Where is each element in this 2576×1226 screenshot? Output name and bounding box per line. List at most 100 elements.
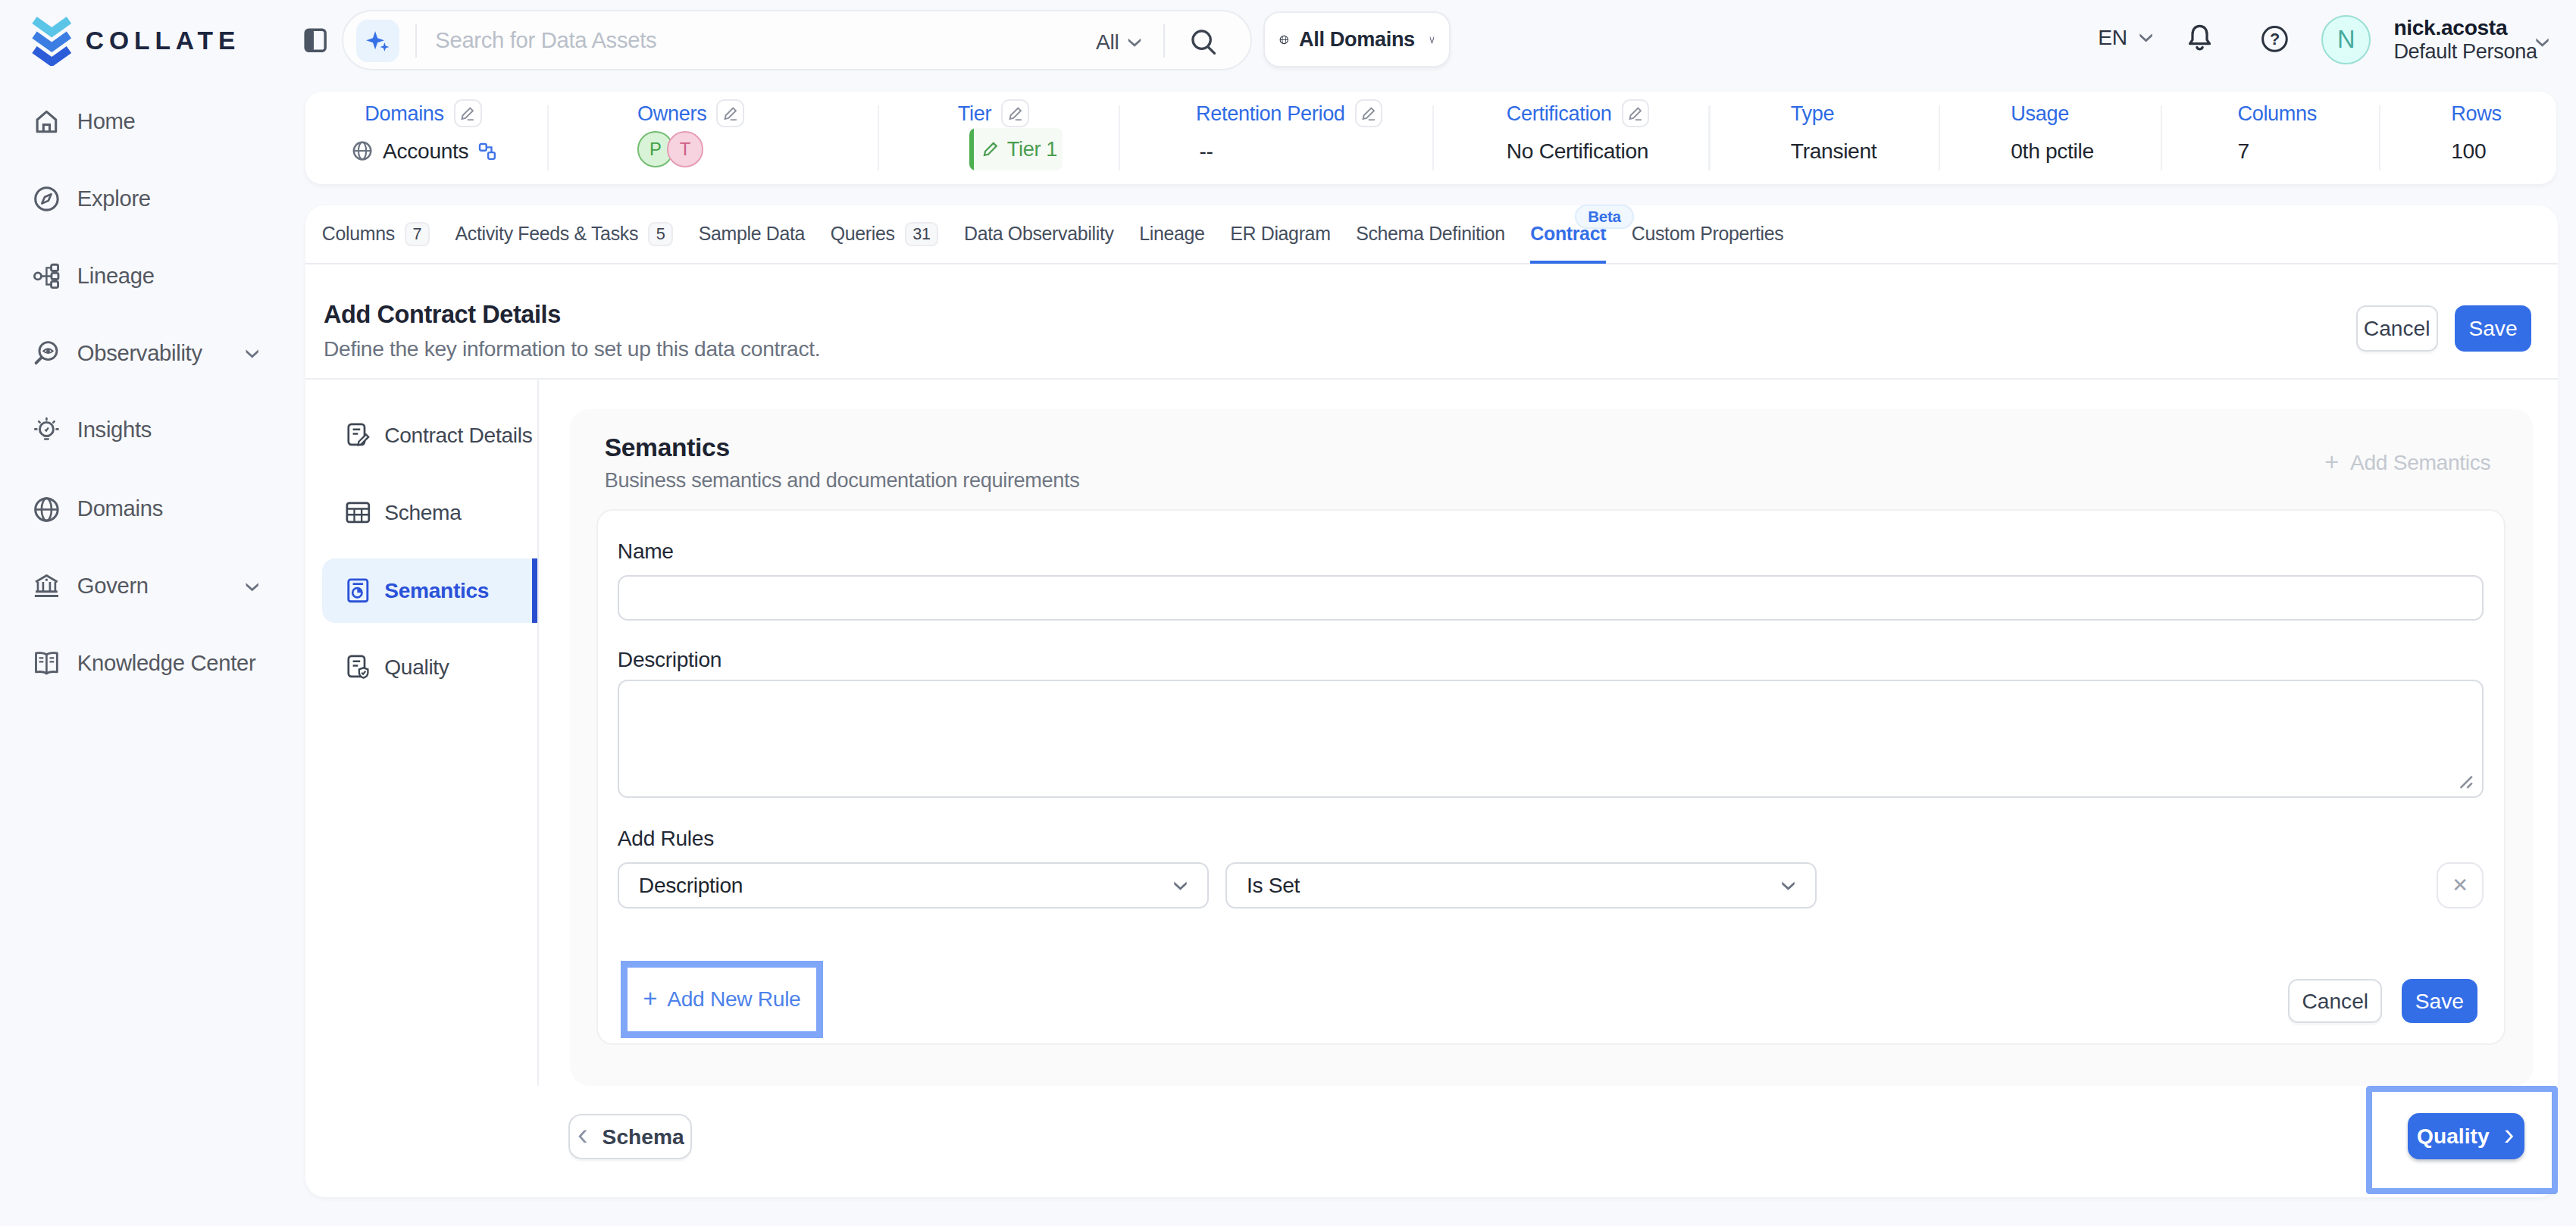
sidebar-item-explore[interactable]: Explore <box>13 169 283 228</box>
search-icon[interactable] <box>1190 28 1218 56</box>
plus-icon: + <box>2324 449 2339 477</box>
sidebar-item-domains[interactable]: Domains <box>13 480 283 539</box>
search-input[interactable]: Search for Data Assets <box>435 28 656 53</box>
sidebar-item-home[interactable]: Home <box>13 92 283 151</box>
sidebar-toggle-icon[interactable] <box>304 28 327 53</box>
form-save-button[interactable]: Save <box>2402 979 2477 1024</box>
sidebar-item-govern[interactable]: Govern <box>13 557 283 616</box>
next-step-focus-ring: Quality <box>2366 1086 2559 1194</box>
user-menu[interactable]: nick.acosta Default Persona <box>2393 15 2537 64</box>
next-step-quality-button[interactable]: Quality <box>2408 1113 2524 1159</box>
ai-sparkle-icon[interactable] <box>356 20 399 62</box>
insights-icon <box>33 417 61 445</box>
prev-step-schema-button[interactable]: Schema <box>568 1114 692 1160</box>
certification-value: No Certification <box>1507 135 1648 167</box>
global-search[interactable]: Search for Data Assets All <box>342 10 1252 70</box>
step-semantics[interactable]: Semantics <box>322 558 537 623</box>
collate-logo-icon <box>30 15 74 66</box>
domain-globe-icon <box>352 140 373 161</box>
entity-tabs: Columns7 Activity Feeds & Tasks5 Sample … <box>305 205 2558 264</box>
certification-edit-icon[interactable] <box>1622 99 1650 127</box>
plus-icon: + <box>643 985 658 1013</box>
all-domains-selector[interactable]: All Domains <box>1263 11 1451 67</box>
tab-contract[interactable]: ContractBeta <box>1530 205 1606 264</box>
add-new-rule-button[interactable]: + Add New Rule <box>621 961 823 1038</box>
rows-value: 100 <box>2451 135 2486 167</box>
header-save-button[interactable]: Save <box>2455 305 2532 352</box>
semantics-title: Semantics <box>605 433 730 462</box>
owners-edit-icon[interactable] <box>716 99 744 127</box>
language-selector[interactable]: EN <box>2098 25 2153 50</box>
main-content: Columns7 Activity Feeds & Tasks5 Sample … <box>305 205 2558 1197</box>
help-icon[interactable]: ? <box>2261 25 2289 53</box>
sidebar-item-knowledge-center[interactable]: Knowledge Center <box>13 634 283 693</box>
tier-edit-icon[interactable] <box>1001 99 1029 127</box>
tab-queries[interactable]: Queries31 <box>831 205 939 264</box>
user-avatar[interactable]: N <box>2321 15 2371 64</box>
header-cancel-button[interactable]: Cancel <box>2356 305 2438 352</box>
knowledge-book-icon <box>33 649 61 677</box>
domains-globe-icon <box>33 496 61 524</box>
step-contract-details[interactable]: Contract Details <box>322 405 537 464</box>
add-semantics-button[interactable]: + Add Semantics <box>2324 449 2490 477</box>
owners-label: Owners <box>637 100 744 127</box>
owner-avatar-t[interactable]: T <box>667 131 703 167</box>
usage-value: 0th pctile <box>2011 135 2094 167</box>
tab-custom-properties[interactable]: Custom Properties <box>1632 205 1784 264</box>
description-textarea[interactable] <box>618 680 2484 798</box>
add-rules-label: Add Rules <box>618 826 714 851</box>
type-value: Transient <box>1791 135 1876 167</box>
home-icon <box>33 108 61 136</box>
tab-data-observability[interactable]: Data Observability <box>964 205 1114 264</box>
search-scope-dropdown[interactable]: All <box>1096 30 1142 55</box>
tier-label: Tier <box>958 100 1029 127</box>
remove-rule-button[interactable]: ✕ <box>2437 862 2484 909</box>
name-input[interactable] <box>618 575 2484 621</box>
semantics-subtitle: Business semantics and documentation req… <box>605 468 1080 493</box>
app-root: COLLATE Search for Data Assets All All D… <box>0 0 2576 1226</box>
semantics-form-card: Name Description Add Rules Description I… <box>596 509 2506 1045</box>
page-title: Add Contract Details <box>324 301 561 329</box>
type-label: Type <box>1791 100 1834 127</box>
compass-icon <box>33 185 61 213</box>
entity-metadata-card: Domains Accounts Owners P T Tier Tier 1 … <box>305 92 2556 183</box>
tab-schema-definition[interactable]: Schema Definition <box>1356 205 1505 264</box>
columns-value: 7 <box>2237 135 2249 167</box>
sidebar-item-insights[interactable]: Insights <box>13 401 283 460</box>
user-persona: Default Persona <box>2393 39 2537 64</box>
certification-label: Certification <box>1507 100 1650 127</box>
tab-lineage[interactable]: Lineage <box>1139 205 1204 264</box>
rows-label: Rows <box>2451 100 2501 127</box>
tier-pencil-icon <box>982 141 999 158</box>
sidebar-item-observability[interactable]: Observability <box>13 324 283 383</box>
description-label: Description <box>618 647 721 672</box>
globe-icon <box>1279 25 1288 55</box>
step-schema[interactable]: Schema <box>322 483 537 542</box>
tab-er-diagram[interactable]: ER Diagram <box>1230 205 1330 264</box>
rule-operator-select[interactable]: Is Set <box>1225 862 1817 909</box>
domains-edit-icon[interactable] <box>454 99 482 127</box>
tab-activity-feeds[interactable]: Activity Feeds & Tasks5 <box>455 205 674 264</box>
contract-details-icon <box>345 422 371 449</box>
textarea-resize-handle[interactable] <box>2454 770 2474 790</box>
name-label: Name <box>618 539 674 564</box>
govern-bank-icon <box>33 572 61 600</box>
tab-sample-data[interactable]: Sample Data <box>699 205 805 264</box>
tier-badge[interactable]: Tier 1 <box>969 128 1063 170</box>
tab-columns[interactable]: Columns7 <box>322 205 430 264</box>
form-cancel-button[interactable]: Cancel <box>2288 979 2382 1024</box>
top-navbar: COLLATE Search for Data Assets All All D… <box>0 0 2576 79</box>
columns-label: Columns <box>2237 100 2317 127</box>
user-name: nick.acosta <box>2393 15 2537 40</box>
quality-icon <box>345 654 371 680</box>
semantics-icon <box>345 577 371 604</box>
sidebar-item-lineage[interactable]: Lineage <box>13 246 283 305</box>
domains-value[interactable]: Accounts <box>352 135 496 167</box>
chevron-left-icon <box>576 1129 591 1144</box>
rule-field-select[interactable]: Description <box>618 862 1209 909</box>
retention-label: Retention Period <box>1196 100 1382 127</box>
retention-value: -- <box>1199 135 1213 167</box>
step-quality[interactable]: Quality <box>322 637 537 696</box>
retention-edit-icon[interactable] <box>1355 99 1383 127</box>
notifications-bell-icon[interactable] <box>2185 23 2214 54</box>
